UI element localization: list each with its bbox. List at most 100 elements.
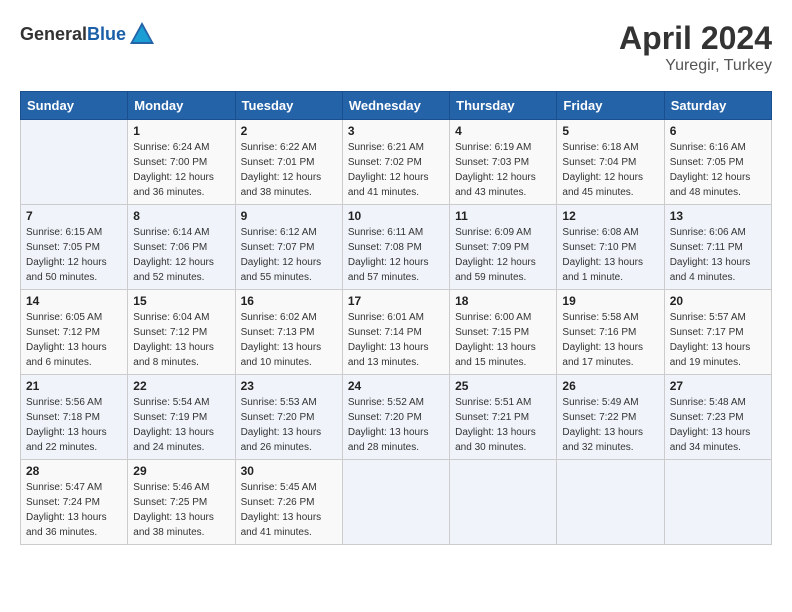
day-info: Sunrise: 5:57 AMSunset: 7:17 PMDaylight:… bbox=[670, 310, 766, 370]
week-row: 14 Sunrise: 6:05 AMSunset: 7:12 PMDayligh… bbox=[21, 290, 772, 375]
header-cell-tuesday: Tuesday bbox=[235, 92, 342, 120]
day-info: Sunrise: 6:14 AMSunset: 7:06 PMDaylight:… bbox=[133, 225, 229, 285]
day-cell: 28 Sunrise: 5:47 AMSunset: 7:24 PMDayligh… bbox=[21, 460, 128, 545]
day-info: Sunrise: 5:48 AMSunset: 7:23 PMDaylight:… bbox=[670, 395, 766, 455]
day-info: Sunrise: 6:02 AMSunset: 7:13 PMDaylight:… bbox=[241, 310, 337, 370]
day-cell: 16 Sunrise: 6:02 AMSunset: 7:13 PMDayligh… bbox=[235, 290, 342, 375]
day-cell: 10Sunrise: 6:11 AMSunset: 7:08 PMDayligh… bbox=[342, 205, 449, 290]
day-cell: 3 Sunrise: 6:21 AMSunset: 7:02 PMDaylight… bbox=[342, 120, 449, 205]
week-row: 7 Sunrise: 6:15 AMSunset: 7:05 PMDaylight… bbox=[21, 205, 772, 290]
day-number: 28 bbox=[26, 464, 122, 478]
day-cell bbox=[664, 460, 771, 545]
header-cell-sunday: Sunday bbox=[21, 92, 128, 120]
day-cell: 5Sunrise: 6:18 AMSunset: 7:04 PMDaylight… bbox=[557, 120, 664, 205]
day-cell: 13Sunrise: 6:06 AMSunset: 7:11 PMDayligh… bbox=[664, 205, 771, 290]
day-cell: 25 Sunrise: 5:51 AMSunset: 7:21 PMDayligh… bbox=[450, 375, 557, 460]
day-info: Sunrise: 6:00 AMSunset: 7:15 PMDaylight:… bbox=[455, 310, 551, 370]
day-cell bbox=[342, 460, 449, 545]
day-info: Sunrise: 6:04 AMSunset: 7:12 PMDaylight:… bbox=[133, 310, 229, 370]
day-number: 6 bbox=[670, 124, 766, 138]
day-cell: 18 Sunrise: 6:00 AMSunset: 7:15 PMDayligh… bbox=[450, 290, 557, 375]
day-number: 16 bbox=[241, 294, 337, 308]
day-number: 27 bbox=[670, 379, 766, 393]
day-cell bbox=[21, 120, 128, 205]
day-number: 17 bbox=[348, 294, 444, 308]
day-info: Sunrise: 5:46 AMSunset: 7:25 PMDaylight:… bbox=[133, 480, 229, 540]
day-cell: 21Sunrise: 5:56 AMSunset: 7:18 PMDayligh… bbox=[21, 375, 128, 460]
day-number: 24 bbox=[348, 379, 444, 393]
day-number: 8 bbox=[133, 209, 229, 223]
day-info: Sunrise: 5:54 AMSunset: 7:19 PMDaylight:… bbox=[133, 395, 229, 455]
day-info: Sunrise: 6:08 AMSunset: 7:10 PMDaylight:… bbox=[562, 225, 658, 285]
day-number: 15 bbox=[133, 294, 229, 308]
day-cell: 29 Sunrise: 5:46 AMSunset: 7:25 PMDayligh… bbox=[128, 460, 235, 545]
calendar-body: 1 Sunrise: 6:24 AMSunset: 7:00 PMDaylight… bbox=[21, 120, 772, 545]
day-cell: 17Sunrise: 6:01 AMSunset: 7:14 PMDayligh… bbox=[342, 290, 449, 375]
day-number: 7 bbox=[26, 209, 122, 223]
logo: GeneralBlue bbox=[20, 20, 156, 48]
day-info: Sunrise: 6:12 AMSunset: 7:07 PMDaylight:… bbox=[241, 225, 337, 285]
day-cell: 9 Sunrise: 6:12 AMSunset: 7:07 PMDaylight… bbox=[235, 205, 342, 290]
day-cell: 20Sunrise: 5:57 AMSunset: 7:17 PMDayligh… bbox=[664, 290, 771, 375]
day-cell: 22 Sunrise: 5:54 AMSunset: 7:19 PMDayligh… bbox=[128, 375, 235, 460]
day-number: 23 bbox=[241, 379, 337, 393]
day-info: Sunrise: 5:51 AMSunset: 7:21 PMDaylight:… bbox=[455, 395, 551, 455]
day-info: Sunrise: 6:24 AMSunset: 7:00 PMDaylight:… bbox=[133, 140, 229, 200]
day-number: 18 bbox=[455, 294, 551, 308]
calendar-header: SundayMondayTuesdayWednesdayThursdayFrid… bbox=[21, 92, 772, 120]
header-row: SundayMondayTuesdayWednesdayThursdayFrid… bbox=[21, 92, 772, 120]
day-cell: 26 Sunrise: 5:49 AMSunset: 7:22 PMDayligh… bbox=[557, 375, 664, 460]
logo-general: General bbox=[20, 24, 87, 44]
day-cell: 19Sunrise: 5:58 AMSunset: 7:16 PMDayligh… bbox=[557, 290, 664, 375]
day-number: 12 bbox=[562, 209, 658, 223]
day-info: Sunrise: 5:49 AMSunset: 7:22 PMDaylight:… bbox=[562, 395, 658, 455]
day-number: 1 bbox=[133, 124, 229, 138]
location-title: Yuregir, Turkey bbox=[619, 57, 772, 75]
day-cell: 11 Sunrise: 6:09 AMSunset: 7:09 PMDayligh… bbox=[450, 205, 557, 290]
day-number: 29 bbox=[133, 464, 229, 478]
day-number: 19 bbox=[562, 294, 658, 308]
day-info: Sunrise: 6:15 AMSunset: 7:05 PMDaylight:… bbox=[26, 225, 122, 285]
day-info: Sunrise: 6:16 AMSunset: 7:05 PMDaylight:… bbox=[670, 140, 766, 200]
day-number: 14 bbox=[26, 294, 122, 308]
day-number: 11 bbox=[455, 209, 551, 223]
day-number: 3 bbox=[348, 124, 444, 138]
day-number: 9 bbox=[241, 209, 337, 223]
day-info: Sunrise: 5:47 AMSunset: 7:24 PMDaylight:… bbox=[26, 480, 122, 540]
month-title: April 2024 bbox=[619, 20, 772, 57]
day-info: Sunrise: 6:05 AMSunset: 7:12 PMDaylight:… bbox=[26, 310, 122, 370]
day-info: Sunrise: 6:22 AMSunset: 7:01 PMDaylight:… bbox=[241, 140, 337, 200]
day-cell bbox=[557, 460, 664, 545]
day-cell: 14 Sunrise: 6:05 AMSunset: 7:12 PMDayligh… bbox=[21, 290, 128, 375]
header-cell-wednesday: Wednesday bbox=[342, 92, 449, 120]
day-info: Sunrise: 6:09 AMSunset: 7:09 PMDaylight:… bbox=[455, 225, 551, 285]
day-cell: 8 Sunrise: 6:14 AMSunset: 7:06 PMDaylight… bbox=[128, 205, 235, 290]
day-info: Sunrise: 6:19 AMSunset: 7:03 PMDaylight:… bbox=[455, 140, 551, 200]
day-info: Sunrise: 5:53 AMSunset: 7:20 PMDaylight:… bbox=[241, 395, 337, 455]
day-number: 25 bbox=[455, 379, 551, 393]
day-cell: 15 Sunrise: 6:04 AMSunset: 7:12 PMDayligh… bbox=[128, 290, 235, 375]
day-cell: 2Sunrise: 6:22 AMSunset: 7:01 PMDaylight… bbox=[235, 120, 342, 205]
day-number: 26 bbox=[562, 379, 658, 393]
page-header: GeneralBlue April 2024 Yuregir, Turkey bbox=[20, 20, 772, 75]
day-info: Sunrise: 6:21 AMSunset: 7:02 PMDaylight:… bbox=[348, 140, 444, 200]
day-cell: 6 Sunrise: 6:16 AMSunset: 7:05 PMDaylight… bbox=[664, 120, 771, 205]
day-info: Sunrise: 5:45 AMSunset: 7:26 PMDaylight:… bbox=[241, 480, 337, 540]
day-cell: 24 Sunrise: 5:52 AMSunset: 7:20 PMDayligh… bbox=[342, 375, 449, 460]
header-cell-friday: Friday bbox=[557, 92, 664, 120]
week-row: 21Sunrise: 5:56 AMSunset: 7:18 PMDayligh… bbox=[21, 375, 772, 460]
day-cell: 23 Sunrise: 5:53 AMSunset: 7:20 PMDayligh… bbox=[235, 375, 342, 460]
calendar-table: SundayMondayTuesdayWednesdayThursdayFrid… bbox=[20, 91, 772, 545]
day-number: 22 bbox=[133, 379, 229, 393]
day-number: 4 bbox=[455, 124, 551, 138]
day-number: 21 bbox=[26, 379, 122, 393]
logo-blue: Blue bbox=[87, 24, 126, 44]
day-info: Sunrise: 5:52 AMSunset: 7:20 PMDaylight:… bbox=[348, 395, 444, 455]
logo-icon bbox=[128, 20, 156, 48]
day-number: 30 bbox=[241, 464, 337, 478]
day-number: 10 bbox=[348, 209, 444, 223]
header-cell-thursday: Thursday bbox=[450, 92, 557, 120]
day-cell: 30 Sunrise: 5:45 AMSunset: 7:26 PMDayligh… bbox=[235, 460, 342, 545]
day-number: 13 bbox=[670, 209, 766, 223]
header-cell-monday: Monday bbox=[128, 92, 235, 120]
